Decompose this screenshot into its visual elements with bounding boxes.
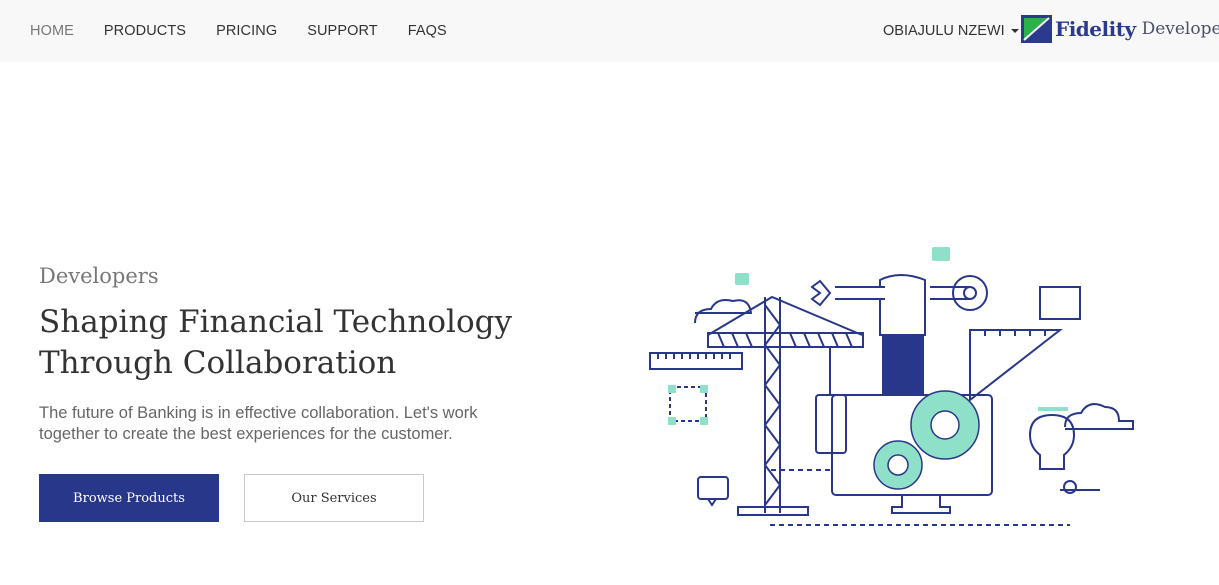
hero-title-line-1: Shaping Financial Technology [39, 304, 512, 340]
hero-description: The future of Banking is in effective co… [39, 404, 478, 443]
hero-title: Shaping Financial Technology Through Col… [39, 302, 539, 384]
our-services-button[interactable]: Our Services [244, 474, 424, 522]
nav-links: HOME PRODUCTS PRICING SUPPORT FAQS [15, 0, 462, 62]
fidelity-logo-icon [1021, 15, 1052, 43]
ruler-shape [649, 352, 743, 370]
triangle-ruler [969, 329, 1063, 403]
nav-pricing[interactable]: PRICING [201, 23, 292, 39]
nav-products[interactable]: PRODUCTS [89, 23, 201, 39]
arm-sleeve [882, 336, 924, 396]
hero-title-line-2: Through Collaboration [39, 345, 397, 381]
nav-faqs[interactable]: FAQS [393, 23, 462, 39]
check-bubble-icon [932, 247, 950, 261]
speech-bubble-icon [697, 476, 729, 500]
user-menu-dropdown[interactable]: OBIAJULU NZEWI [883, 0, 1019, 62]
browse-products-button[interactable]: Browse Products [39, 474, 219, 522]
hero-eyebrow: Developers [39, 264, 159, 288]
user-name: OBIAJULU NZEWI [883, 23, 1005, 39]
cloud-left [694, 299, 753, 324]
brand-logo-link[interactable]: Fidelity Developer [1021, 14, 1219, 44]
lightbulb-icon [1028, 413, 1076, 470]
gears-group [873, 390, 980, 490]
brand-subtitle: Developer [1141, 19, 1219, 39]
nav-support[interactable]: SUPPORT [292, 23, 393, 39]
crane-jib-frame [707, 295, 863, 336]
picture-frame-icon [1039, 286, 1081, 320]
top-navbar: HOME PRODUCTS PRICING SUPPORT FAQS OBIAJ… [0, 0, 1219, 62]
nav-home[interactable]: HOME [15, 23, 89, 39]
cloud-right [1064, 403, 1134, 430]
developer-collaboration-illustration [649, 247, 1134, 526]
brand-name: Fidelity [1055, 17, 1136, 41]
caret-down-icon [1010, 29, 1019, 33]
